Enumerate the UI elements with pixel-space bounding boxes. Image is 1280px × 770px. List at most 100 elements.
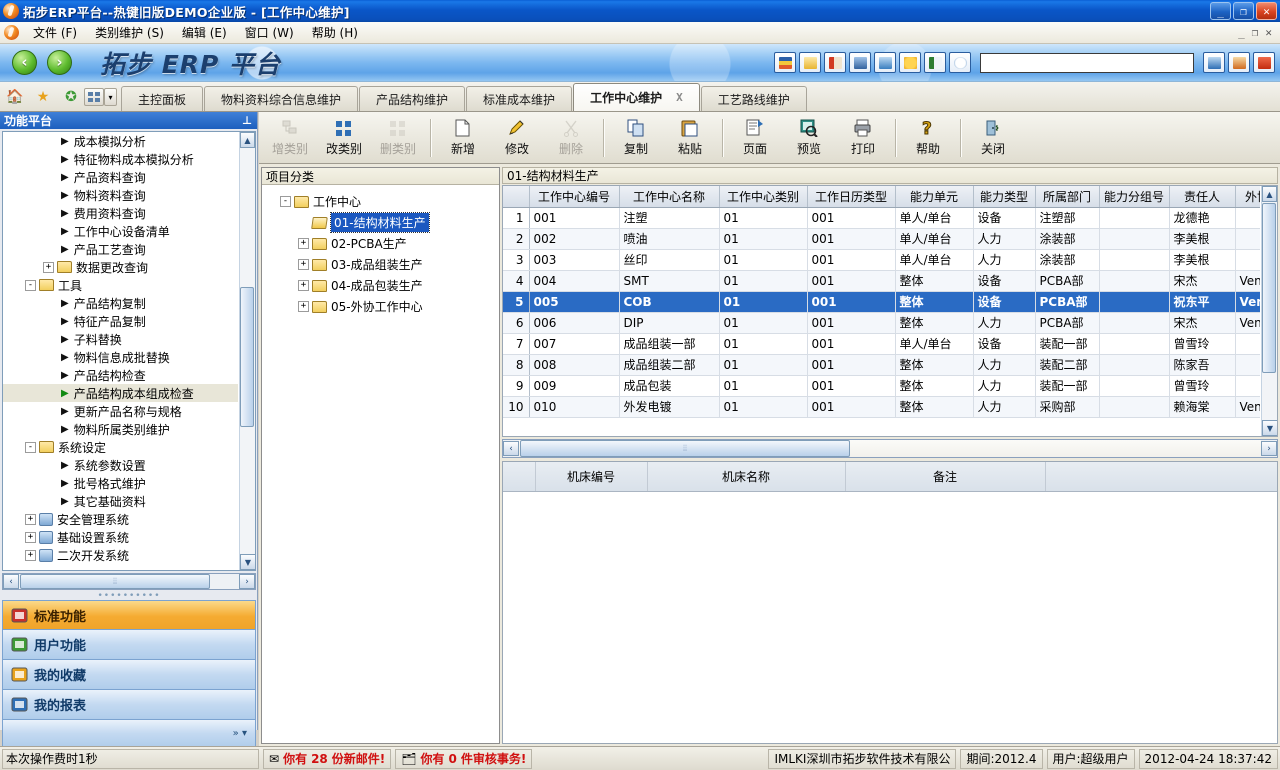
detail-column-header[interactable]: 机床编号 (535, 462, 647, 491)
column-header[interactable]: 所属部门 (1035, 186, 1099, 207)
audit-status[interactable]: 🗂 你有 0 件审核事务! (395, 749, 532, 769)
table-cell[interactable]: Vend0002 (1235, 270, 1260, 291)
table-cell[interactable]: 001 (807, 207, 895, 228)
table-cell[interactable]: 外发电镀 (619, 396, 719, 417)
forward-icon[interactable]: › (47, 50, 72, 75)
clock-icon[interactable] (949, 52, 971, 73)
tab-standard-cost[interactable]: 标准成本维护 (466, 86, 572, 111)
table-cell[interactable]: 010 (529, 396, 619, 417)
sidebar-tree-item[interactable]: ▶产品资料查询 (3, 168, 238, 186)
table-cell[interactable]: 整体 (895, 354, 973, 375)
table-cell[interactable]: 丝印 (619, 249, 719, 270)
table-cell[interactable]: Vend0015 (1235, 312, 1260, 333)
table-cell[interactable]: 设备 (973, 207, 1035, 228)
table-cell[interactable]: 001 (807, 333, 895, 354)
add-folder-icon[interactable] (874, 52, 896, 73)
mdi-minimize-button[interactable]: _ (1238, 26, 1245, 39)
toolbar-button-scissors[interactable]: 删除 (544, 115, 598, 161)
network-icon[interactable] (849, 52, 871, 73)
table-cell[interactable]: 001 (807, 228, 895, 249)
expand-icon[interactable]: + (43, 262, 54, 273)
scrollbar-thumb[interactable] (1262, 203, 1276, 373)
close-button[interactable]: ✕ (1256, 2, 1277, 20)
scroll-right-icon[interactable]: › (1261, 441, 1277, 456)
toolbar-button-delete-category[interactable]: 删类别 (371, 115, 425, 161)
table-cell[interactable]: 001 (807, 291, 895, 312)
table-cell[interactable]: 曾雪玲 (1169, 375, 1235, 396)
table-row[interactable]: 2002喷油01001单人/单台人力涂装部李美根 (503, 228, 1260, 249)
table-cell[interactable]: 01 (719, 249, 807, 270)
table-row[interactable]: 7007成品组装一部01001单人/单台设备装配一部曾雪玲 (503, 333, 1260, 354)
table-cell[interactable]: 成品组装二部 (619, 354, 719, 375)
table-cell[interactable]: 龙德艳 (1169, 207, 1235, 228)
category-tree-item[interactable]: +03-成品组装生产 (266, 254, 499, 275)
grid-horizontal-scrollbar[interactable]: ‹ ⦙⦙ › (502, 439, 1278, 458)
sidebar-tree-item[interactable]: ▶物料信息成批替换 (3, 348, 238, 366)
table-cell[interactable]: PCBA部 (1035, 312, 1099, 333)
mail-status[interactable]: ✉ 你有 28 份新邮件! (263, 749, 391, 769)
table-cell[interactable] (1235, 207, 1260, 228)
column-header[interactable]: 能力单元 (895, 186, 973, 207)
table-row[interactable]: 9009成品包装01001整体人力装配一部曾雪玲 (503, 375, 1260, 396)
menu-item-edit[interactable]: 编辑 (E) (173, 22, 236, 43)
scroll-right-icon[interactable]: › (239, 574, 255, 589)
tree-horizontal-scrollbar[interactable]: ‹ ⦙⦙ › (2, 573, 256, 590)
collapse-icon[interactable]: - (280, 196, 291, 207)
table-cell[interactable]: 喷油 (619, 228, 719, 249)
scroll-left-icon[interactable]: ‹ (3, 574, 19, 589)
table-cell[interactable] (1235, 375, 1260, 396)
table-cell[interactable]: 003 (529, 249, 619, 270)
table-cell[interactable]: 整体 (895, 375, 973, 396)
table-cell[interactable]: 单人/单台 (895, 333, 973, 354)
table-cell[interactable]: PCBA部 (1035, 270, 1099, 291)
table-cell[interactable]: 人力 (973, 354, 1035, 375)
table-cell[interactable] (1099, 333, 1169, 354)
hscrollbar-thumb[interactable]: ⦙⦙ (20, 574, 210, 589)
table-cell[interactable]: 01 (719, 333, 807, 354)
table-cell[interactable] (1099, 354, 1169, 375)
table-cell[interactable] (1099, 207, 1169, 228)
function-tree[interactable]: ▶成本模拟分析▶特征物料成本模拟分析▶产品资料查询▶物料资料查询▶费用资料查询▶… (2, 131, 256, 571)
sidebar-tree-item[interactable]: ▶产品工艺查询 (3, 240, 238, 258)
nav-button-check-box[interactable]: 用户功能 (2, 630, 256, 660)
sidebar-tree-item[interactable]: ▶费用资料查询 (3, 204, 238, 222)
table-cell[interactable]: 01 (719, 228, 807, 249)
grid-view-icon[interactable] (84, 88, 104, 106)
table-cell[interactable]: 001 (807, 396, 895, 417)
table-cell[interactable]: 001 (807, 270, 895, 291)
grid-hscroll-track[interactable]: ⦙⦙ (519, 440, 1261, 457)
table-cell[interactable]: 单人/单台 (895, 207, 973, 228)
sidebar-tree-item[interactable]: +二次开发系统 (3, 546, 238, 564)
stop-icon[interactable] (1253, 52, 1275, 73)
sidebar-tree-item[interactable]: +安全管理系统 (3, 510, 238, 528)
table-cell[interactable]: 01 (719, 291, 807, 312)
table-cell[interactable] (1099, 270, 1169, 291)
table-cell[interactable]: 设备 (973, 291, 1035, 312)
toolbar-button-add-category[interactable]: 增类别 (263, 115, 317, 161)
column-header[interactable]: 能力类型 (973, 186, 1035, 207)
tree-vertical-scrollbar[interactable]: ▲ ▼ (239, 132, 255, 570)
table-cell[interactable]: 陈家吾 (1169, 354, 1235, 375)
toolbar-button-exit-door[interactable]: 关闭 (966, 115, 1020, 161)
table-cell[interactable]: 注塑部 (1035, 207, 1099, 228)
detail-column-header[interactable]: 机床名称 (647, 462, 845, 491)
machine-table[interactable]: 机床编号机床名称备注 (503, 462, 1278, 492)
table-cell[interactable]: 002 (529, 228, 619, 249)
table-cell[interactable]: 涂装部 (1035, 249, 1099, 270)
table-row[interactable]: 3003丝印01001单人/单台人力涂装部李美根 (503, 249, 1260, 270)
back-icon[interactable]: ‹ (12, 50, 37, 75)
chevron-down-icon[interactable]: ▾ (104, 88, 117, 106)
menu-item-window[interactable]: 窗口 (W) (236, 22, 303, 43)
table-row[interactable]: 4004SMT01001整体设备PCBA部宋杰Vend0002 (503, 270, 1260, 291)
expand-icon[interactable]: + (298, 238, 309, 249)
table-cell[interactable] (1235, 333, 1260, 354)
scrollbar-thumb[interactable] (240, 287, 254, 427)
menu-item-category[interactable]: 类别维护 (S) (86, 22, 173, 43)
table-cell[interactable]: 01 (719, 396, 807, 417)
table-cell[interactable]: 001 (807, 312, 895, 333)
table-cell[interactable]: PCBA部 (1035, 291, 1099, 312)
table-cell[interactable]: 成品组装一部 (619, 333, 719, 354)
book-icon[interactable] (824, 52, 846, 73)
column-header[interactable]: 工作中心类别 (719, 186, 807, 207)
table-cell[interactable]: 009 (529, 375, 619, 396)
